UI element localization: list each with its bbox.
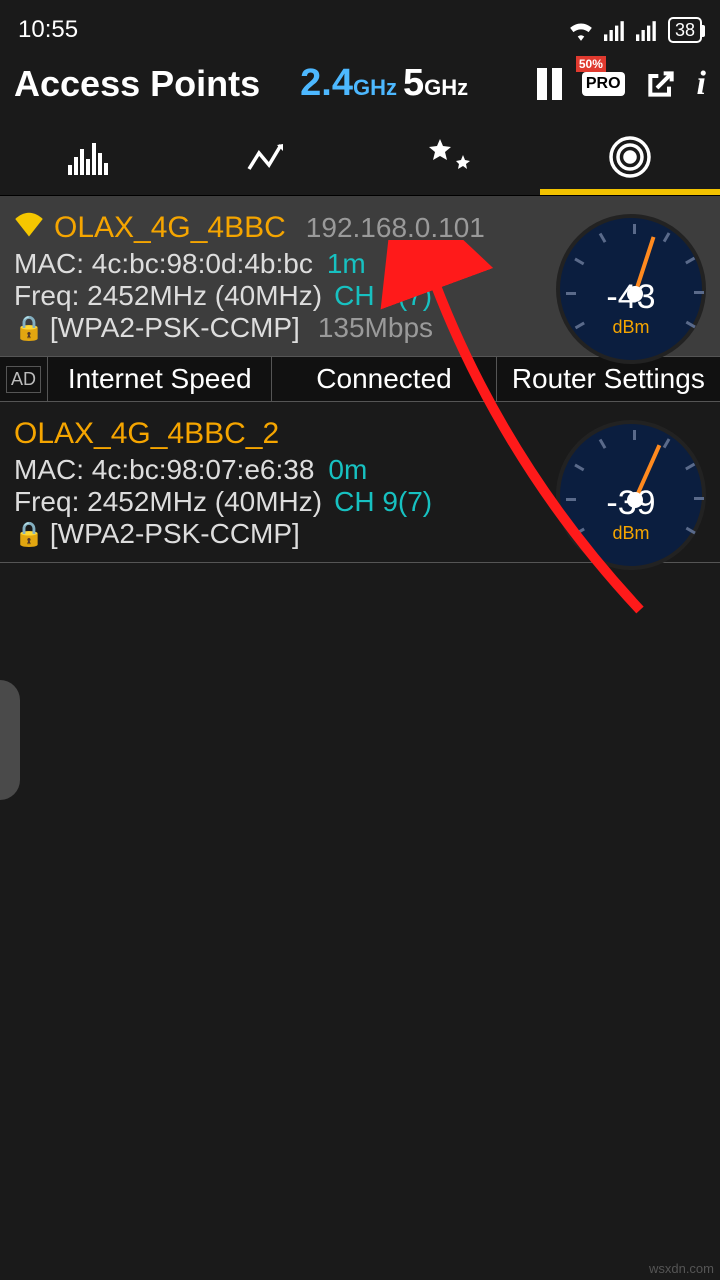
pause-icon[interactable] [537, 68, 562, 100]
tab-time-graph[interactable] [180, 119, 360, 195]
page-title: Access Points [14, 63, 260, 105]
mac-label: MAC: [14, 248, 92, 279]
wifi-icon [568, 19, 594, 41]
tab-rating[interactable] [360, 119, 540, 195]
tab-access-points[interactable] [540, 119, 720, 195]
wifi-connected-icon [14, 208, 44, 248]
ad-link-router[interactable]: Router Settings [496, 357, 720, 401]
link-rate: 135Mbps [318, 312, 433, 344]
ad-tag: AD [6, 366, 41, 393]
band24-num: 2.4 [300, 62, 353, 104]
signal-gauge: -43 dBm [556, 214, 706, 364]
band5-num: 5 [403, 62, 424, 104]
ad-row[interactable]: AD Internet Speed Connected Router Setti… [0, 356, 720, 402]
band5-unit: GHz [424, 75, 468, 100]
status-right: 38 [568, 17, 702, 43]
signal-gauge: -39 dBm [556, 420, 706, 570]
freq-value: 2452MHz (40MHz) [87, 486, 322, 517]
lock-icon: 🔒 [14, 520, 44, 549]
security: [WPA2-PSK-CCMP] [50, 518, 300, 550]
signal-icon-2 [636, 19, 658, 41]
ap-item[interactable]: OLAX_4G_4BBC_2 MAC: 4c:bc:98:07:e6:380m … [0, 402, 720, 563]
freq-label: Freq: [14, 280, 87, 311]
distance: 1m [327, 248, 366, 279]
mac-value: 4c:bc:98:07:e6:38 [92, 454, 315, 485]
ap-item-connected[interactable]: OLAX_4G_4BBC 192.168.0.101 MAC: 4c:bc:98… [0, 196, 720, 356]
tab-bar [0, 119, 720, 196]
ap-ssid: OLAX_4G_4BBC_2 [14, 414, 279, 454]
tab-channel-graph[interactable] [0, 119, 180, 195]
ap-ssid: OLAX_4G_4BBC [54, 208, 286, 248]
share-icon[interactable] [645, 68, 677, 100]
band-selector[interactable]: 2.4GHz 5GHz [300, 62, 468, 105]
lock-icon: 🔒 [14, 314, 44, 343]
band-24ghz[interactable]: 2.4GHz [300, 62, 397, 105]
band24-unit: GHz [353, 75, 397, 100]
security: [WPA2-PSK-CCMP] [50, 312, 300, 344]
ap-ip: 192.168.0.101 [306, 208, 485, 248]
freq-value: 2452MHz (40MHz) [87, 280, 322, 311]
battery-icon: 38 [668, 17, 702, 43]
distance: 0m [328, 454, 367, 485]
channel: CH 9(7) [334, 280, 432, 311]
edge-handle [0, 680, 20, 800]
watermark: wsxdn.com [649, 1261, 714, 1276]
pro-badge[interactable]: PRO [582, 72, 625, 96]
info-icon[interactable]: i [697, 65, 706, 103]
ad-link-speed[interactable]: Internet Speed [47, 357, 271, 401]
app-header: Access Points 2.4GHz 5GHz PRO i [0, 56, 720, 119]
status-bar: 10:55 38 [0, 0, 720, 56]
mac-label: MAC: [14, 454, 92, 485]
signal-icon [604, 19, 626, 41]
mac-value: 4c:bc:98:0d:4b:bc [92, 248, 313, 279]
clock: 10:55 [18, 16, 78, 44]
band-5ghz[interactable]: 5GHz [403, 62, 468, 105]
channel: CH 9(7) [334, 486, 432, 517]
freq-label: Freq: [14, 486, 87, 517]
ad-link-connected[interactable]: Connected [271, 357, 495, 401]
